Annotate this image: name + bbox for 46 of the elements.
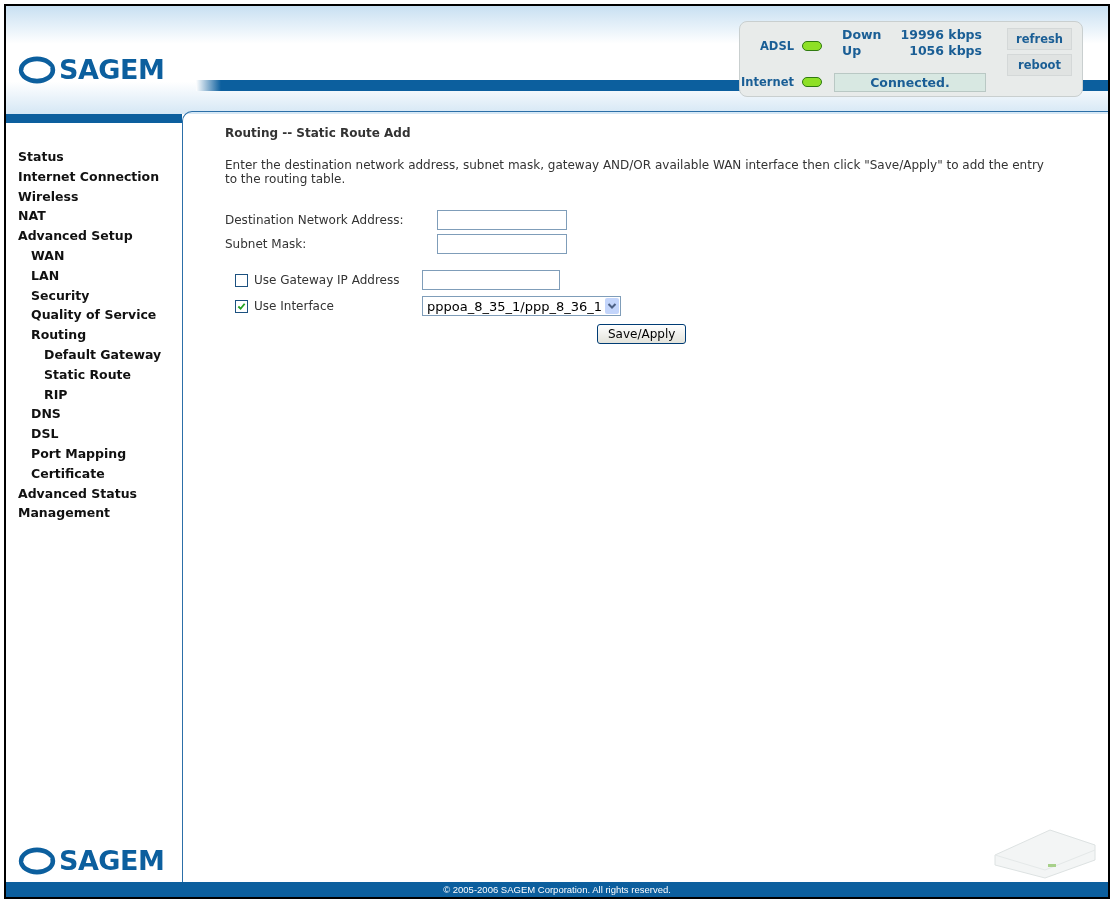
input-field[interactable] — [437, 234, 567, 254]
sidebar-item[interactable]: Port Mapping — [18, 443, 182, 464]
rate-value: 19996 kbps — [900, 27, 982, 43]
sidebar-item[interactable]: Security — [18, 285, 182, 306]
connection-status: Connected. — [834, 72, 986, 92]
sidebar-item[interactable]: WAN — [18, 246, 182, 266]
description: Enter the destination network address, subnet mask, gateway AND/OR available WAN interface then click "Save/Apply" to add the entry to the routing table. — [225, 158, 1045, 186]
input-field[interactable] — [422, 270, 560, 290]
sidebar-item[interactable]: Wireless — [18, 186, 182, 207]
save-apply-button[interactable]: Save/Apply — [597, 324, 687, 344]
sidebar-item[interactable]: Status — [18, 147, 182, 167]
sidebar-item[interactable]: NAT — [18, 206, 182, 227]
option-label: Use Gateway IP Address — [254, 273, 401, 287]
logo-rings-icon — [18, 55, 56, 84]
sidebar-item[interactable]: Routing — [18, 325, 182, 345]
copyright: © 2005-2006 SAGEM Corporation. All rights reserved. — [443, 883, 671, 896]
sidebar-item[interactable]: Certificate — [18, 463, 182, 484]
logo-text: SAGEM — [59, 54, 165, 85]
sidebar-item[interactable]: Static Route — [18, 364, 182, 385]
sidebar-item[interactable]: Advanced Setup — [18, 226, 182, 246]
rate-value: 1056 kbps — [909, 43, 982, 59]
sidebar-item[interactable]: DSL — [18, 424, 182, 444]
sidebar-item[interactable]: Internet Connection — [18, 166, 182, 187]
rate-direction: Up — [842, 43, 862, 59]
sidebar-item[interactable]: Advanced Status — [18, 483, 182, 504]
rate-direction: Down — [842, 27, 882, 43]
option-label: Use Interface — [254, 299, 335, 313]
led-label: ADSL — [759, 39, 794, 53]
sidebar-item[interactable]: RIP — [18, 384, 182, 405]
sidebar-item[interactable]: LAN — [18, 265, 182, 286]
input-field[interactable] — [437, 210, 567, 230]
logo-text: SAGEM — [59, 845, 165, 876]
panel-button[interactable]: reboot — [1007, 54, 1072, 76]
checkbox[interactable] — [235, 299, 248, 313]
sidebar-item[interactable]: DNS — [18, 404, 182, 425]
sidebar-item[interactable]: Default Gateway — [18, 344, 182, 365]
field-label: Destination Network Address: — [225, 213, 405, 227]
page-title: Routing -- Static Route Add — [225, 126, 412, 140]
logo-rings-icon — [18, 846, 56, 875]
sidebar-item[interactable]: Management — [18, 503, 182, 524]
checkbox[interactable] — [235, 273, 248, 287]
led-label: Internet — [741, 75, 794, 89]
sidebar-item[interactable]: Quality of Service — [18, 305, 182, 326]
interface-dropdown[interactable]: pppoa_8_35_1/ppp_8_36_1 — [422, 296, 621, 316]
panel-button[interactable]: refresh — [1007, 28, 1072, 50]
field-label: Subnet Mask: — [225, 237, 308, 251]
